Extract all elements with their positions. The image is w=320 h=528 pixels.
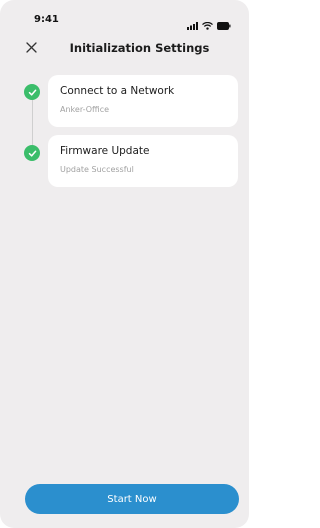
step-subtitle: Update Successful — [60, 165, 134, 174]
step-card-firmware[interactable]: Firmware Update Update Successful — [48, 135, 238, 187]
status-time: 9:41 — [34, 14, 59, 25]
wifi-icon — [202, 15, 213, 34]
step-title: Connect to a Network — [60, 85, 175, 97]
header: Initialization Settings — [0, 34, 249, 64]
step-subtitle: Anker-Office — [60, 105, 110, 114]
battery-icon — [217, 15, 231, 34]
start-now-label: Start Now — [107, 493, 157, 505]
step-title: Firmware Update — [60, 145, 150, 157]
signal-icon — [187, 15, 198, 34]
status-bar: 9:41 — [0, 0, 249, 30]
step-2-check-icon — [24, 145, 40, 161]
page-title: Initialization Settings — [69, 41, 210, 55]
phone-screen: 9:41 Initialization Settings Connect to … — [0, 0, 249, 528]
step-1-check-icon — [24, 84, 40, 100]
status-icons — [187, 15, 231, 34]
start-now-button[interactable]: Start Now — [25, 484, 239, 514]
step-card-network[interactable]: Connect to a Network Anker-Office — [48, 75, 238, 127]
